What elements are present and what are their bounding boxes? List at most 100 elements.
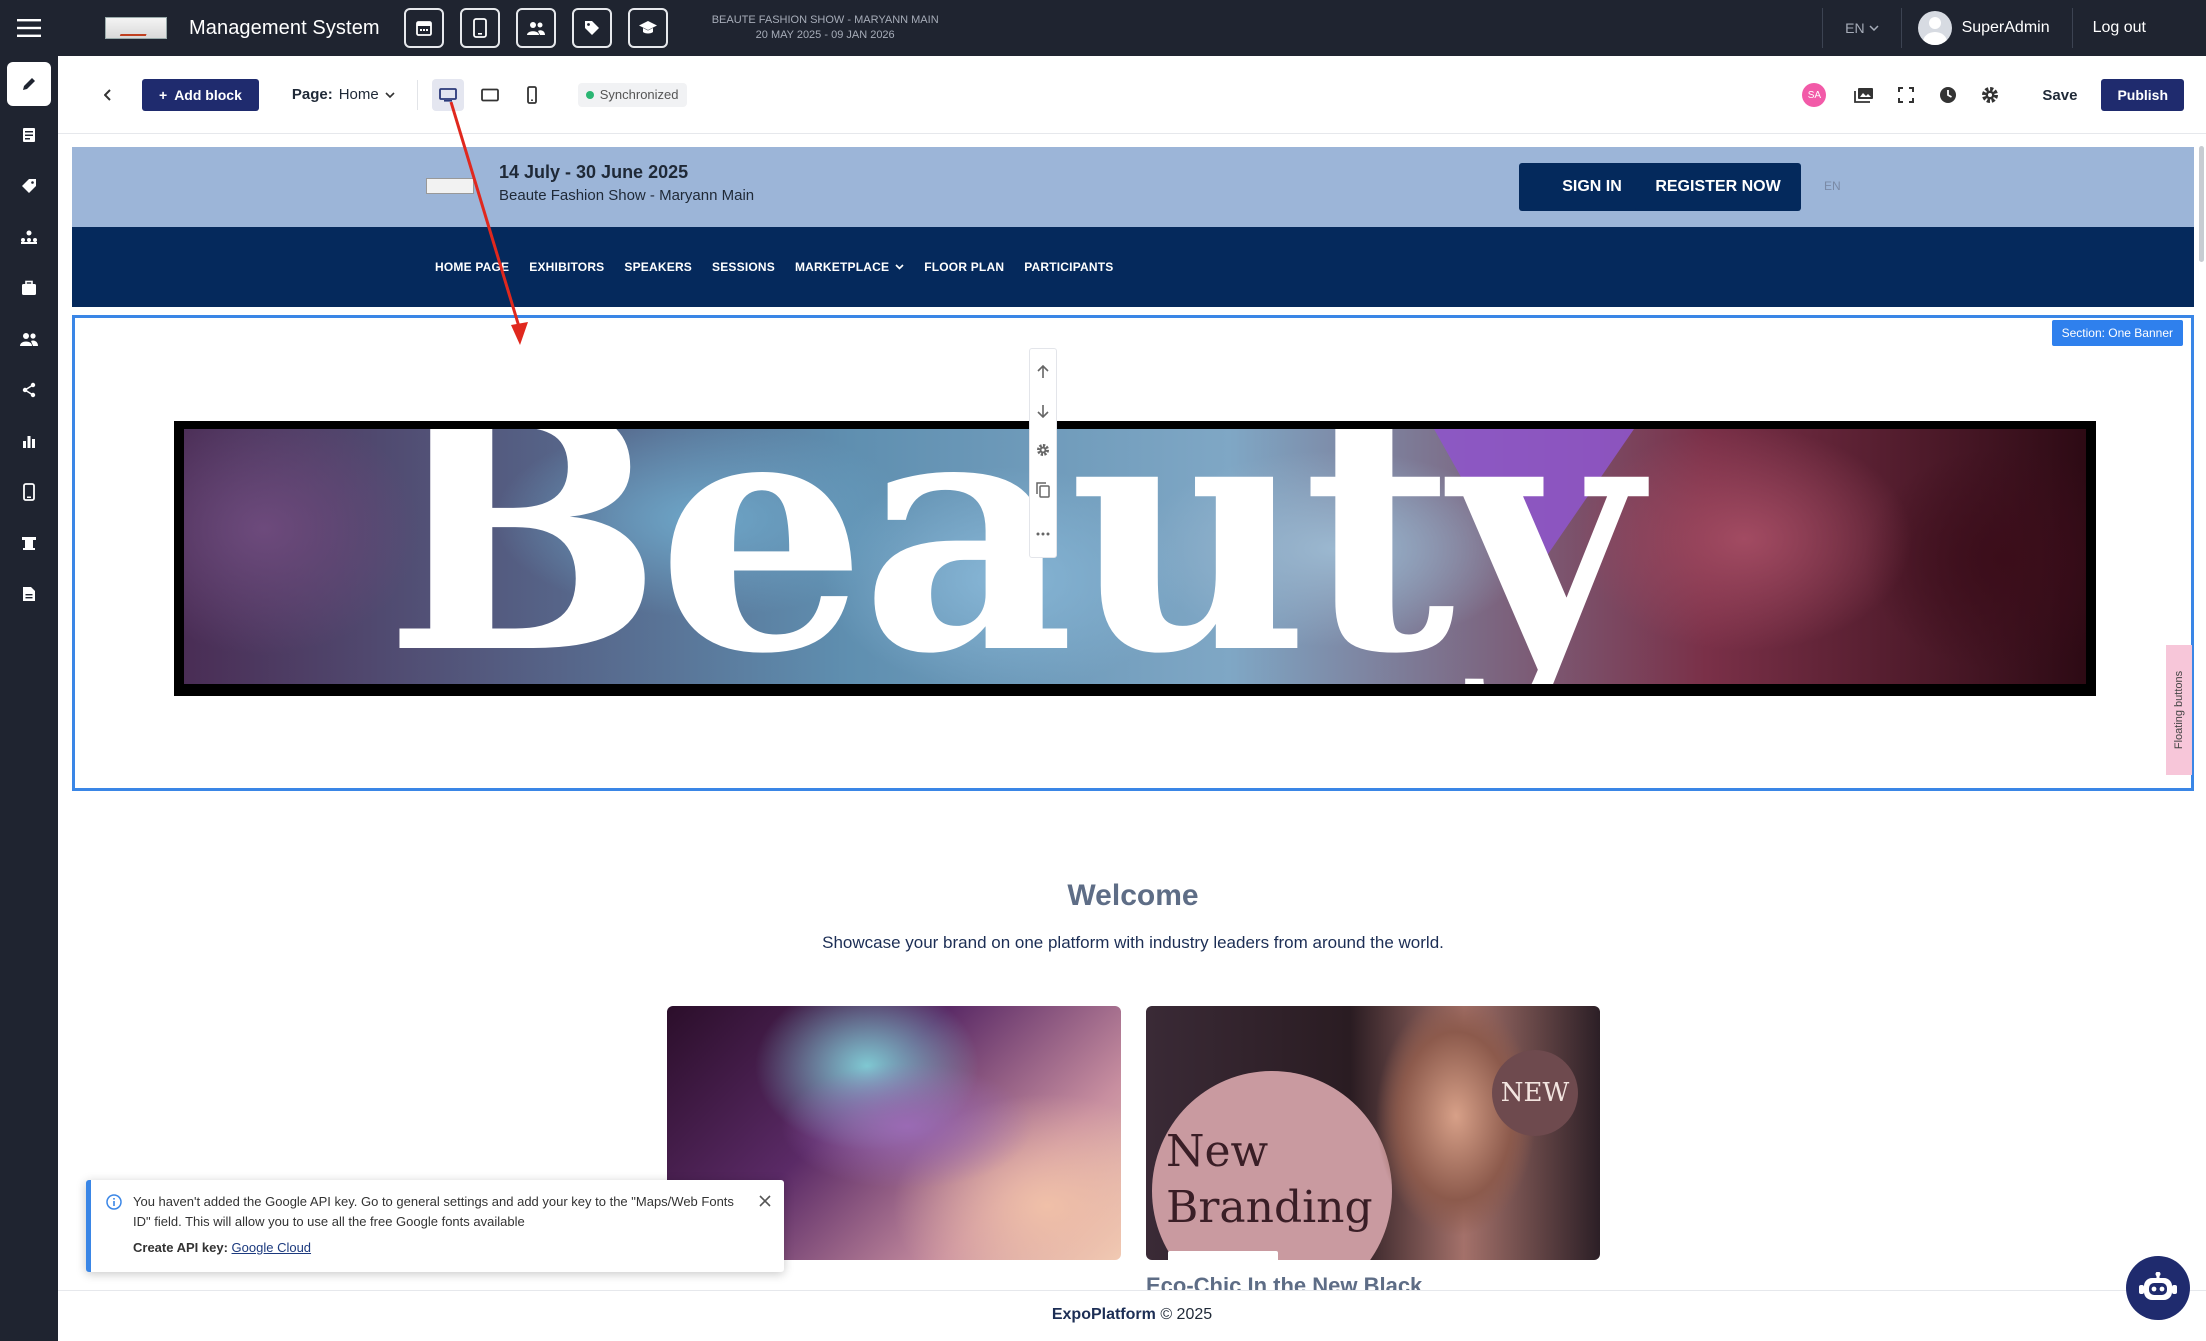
card-heading-line: New [1166, 1126, 1269, 1177]
banner-image[interactable]: Beauty [174, 421, 2096, 696]
document-list-icon[interactable] [7, 113, 51, 157]
nav-item-marketplace[interactable]: MARKETPLACE [795, 260, 904, 274]
app-logo[interactable] [105, 17, 167, 39]
language-selector[interactable]: EN [1823, 20, 1900, 36]
page-preview-canvas[interactable]: 14 July - 30 June 2025 Beaute Fashion Sh… [72, 147, 2194, 1290]
page-label: Page: [291, 86, 333, 103]
plus-icon: + [159, 86, 168, 103]
collaborator-avatar[interactable]: SA [1802, 83, 1827, 107]
logout-link[interactable]: Log out [2073, 19, 2206, 37]
feature-card-branding[interactable]: New Branding NEW [1146, 1006, 1600, 1260]
api-key-label: Create API key: [133, 1240, 228, 1255]
event-dates: 20 MAY 2025 - 09 JAN 2026 [755, 29, 895, 41]
image-gallery-icon[interactable] [1848, 79, 1880, 111]
new-badge: NEW [1492, 1050, 1578, 1136]
section-label-badge: Section: One Banner [2051, 320, 2183, 346]
briefcase-icon[interactable] [7, 266, 51, 310]
robot-icon [2139, 1272, 2177, 1300]
left-sidebar [0, 56, 58, 1341]
api-key-row: Create API key: Google Cloud [133, 1240, 311, 1255]
fullscreen-icon[interactable] [1890, 79, 1922, 111]
chevron-down-icon [895, 264, 904, 270]
notification-message: You haven't added the Google API key. Go… [133, 1194, 734, 1229]
mobile-view-icon[interactable] [516, 79, 548, 111]
footer-copyright: © 2025 [1160, 1306, 1213, 1323]
graduation-cap-icon[interactable] [627, 8, 668, 48]
gear-icon[interactable] [1974, 79, 2006, 111]
register-now-button[interactable]: REGISTER NOW [1635, 163, 1801, 211]
sync-status-label: Synchronized [599, 87, 679, 102]
share-icon[interactable] [7, 368, 51, 412]
desktop-view-icon[interactable] [431, 78, 464, 111]
event-name: BEAUTE FASHION SHOW - MARYANN MAIN [711, 14, 939, 26]
canvas-scrollbar[interactable] [2199, 146, 2204, 262]
current-event-info[interactable]: BEAUTE FASHION SHOW - MARYANN MAIN 20 MA… [712, 13, 939, 43]
footer-brand: ExpoPlatform [1051, 1306, 1156, 1323]
site-language[interactable]: EN [1824, 179, 1841, 193]
org-chart-icon[interactable] [7, 215, 51, 259]
arrow-down-icon[interactable] [1037, 404, 1049, 423]
people-icon[interactable] [7, 317, 51, 361]
site-header[interactable]: 14 July - 30 June 2025 Beaute Fashion Sh… [72, 147, 2194, 227]
back-button[interactable] [94, 88, 122, 101]
google-api-key-notification: You haven't added the Google API key. Go… [86, 1180, 784, 1272]
history-clock-icon[interactable] [1932, 79, 1964, 111]
banner-artwork: Beauty [184, 429, 2086, 684]
save-button[interactable]: Save [2042, 87, 2077, 104]
editor-toolbar: + Add block Page: Home Synchronized SA S… [58, 56, 2206, 134]
close-icon[interactable] [756, 1192, 774, 1210]
sync-status-badge: Synchronized [577, 82, 687, 107]
publish-button[interactable]: Publish [2101, 79, 2184, 111]
page-value: Home [338, 86, 379, 103]
tag-icon[interactable] [7, 164, 51, 208]
card-caption: Eco-Chic In the New Black [1146, 1273, 1423, 1290]
pencil-icon[interactable] [7, 62, 51, 106]
site-nav-bar: HOME PAGE EXHIBITORS SPEAKERS SESSIONS M… [72, 227, 2194, 307]
site-logo [426, 178, 474, 194]
card-heading: New Branding [1166, 1124, 1373, 1236]
bar-chart-icon[interactable] [7, 419, 51, 463]
arrow-up-icon[interactable] [1037, 364, 1049, 384]
tablet-view-icon[interactable] [474, 79, 506, 111]
nav-item-home[interactable]: HOME PAGE [435, 260, 509, 274]
podium-icon[interactable] [7, 521, 51, 565]
site-event-dates: 14 July - 30 June 2025 [499, 162, 689, 182]
calendar-icon[interactable] [403, 8, 444, 48]
chevron-left-icon [104, 88, 111, 101]
users-icon[interactable] [515, 8, 556, 48]
language-code: EN [1845, 20, 1865, 36]
copy-icon[interactable] [1036, 482, 1050, 503]
chatbot-button[interactable] [2126, 1256, 2190, 1320]
info-icon [106, 1194, 122, 1215]
card-portrait [1376, 1006, 1536, 1260]
nav-item-floor-plan[interactable]: FLOOR PLAN [924, 260, 1004, 274]
nav-item-participants[interactable]: PARTICIPANTS [1024, 260, 1113, 274]
user-name: SuperAdmin [1961, 19, 2050, 36]
add-block-button[interactable]: + Add block [142, 78, 259, 111]
more-options-icon[interactable] [1036, 523, 1050, 541]
nav-item-exhibitors[interactable]: EXHIBITORS [529, 260, 604, 274]
user-menu[interactable]: SuperAdmin [1902, 11, 2072, 45]
selected-section-one-banner[interactable]: Section: One Banner Beauty [72, 315, 2194, 791]
card-heading-line: Branding [1166, 1182, 1373, 1233]
avatar [1917, 11, 1952, 45]
file-icon[interactable] [7, 572, 51, 616]
nav-item-sessions[interactable]: SESSIONS [712, 260, 775, 274]
floating-buttons-tab[interactable]: Floating buttons [2166, 645, 2192, 775]
gear-icon[interactable] [1036, 443, 1050, 462]
floating-buttons-label: Floating buttons [2173, 670, 2185, 750]
tablet-icon[interactable] [459, 8, 500, 48]
card-tab [1168, 1251, 1278, 1260]
divider [58, 1290, 2206, 1291]
nav-item-speakers[interactable]: SPEAKERS [624, 260, 692, 274]
welcome-subtitle: Showcase your brand on one platform with… [822, 933, 1444, 952]
mobile-icon[interactable] [7, 470, 51, 514]
chevron-down-icon [1869, 25, 1879, 31]
google-cloud-link[interactable]: Google Cloud [232, 1240, 312, 1255]
app-title: Management System [189, 16, 380, 39]
tag-icon[interactable] [571, 8, 612, 48]
page-selector[interactable]: Page: Home [292, 86, 395, 103]
app-top-bar: Management System BEAUTE FASHION SHOW - … [0, 0, 2206, 56]
add-block-label: Add block [174, 86, 242, 103]
hamburger-menu-icon[interactable] [0, 0, 58, 56]
